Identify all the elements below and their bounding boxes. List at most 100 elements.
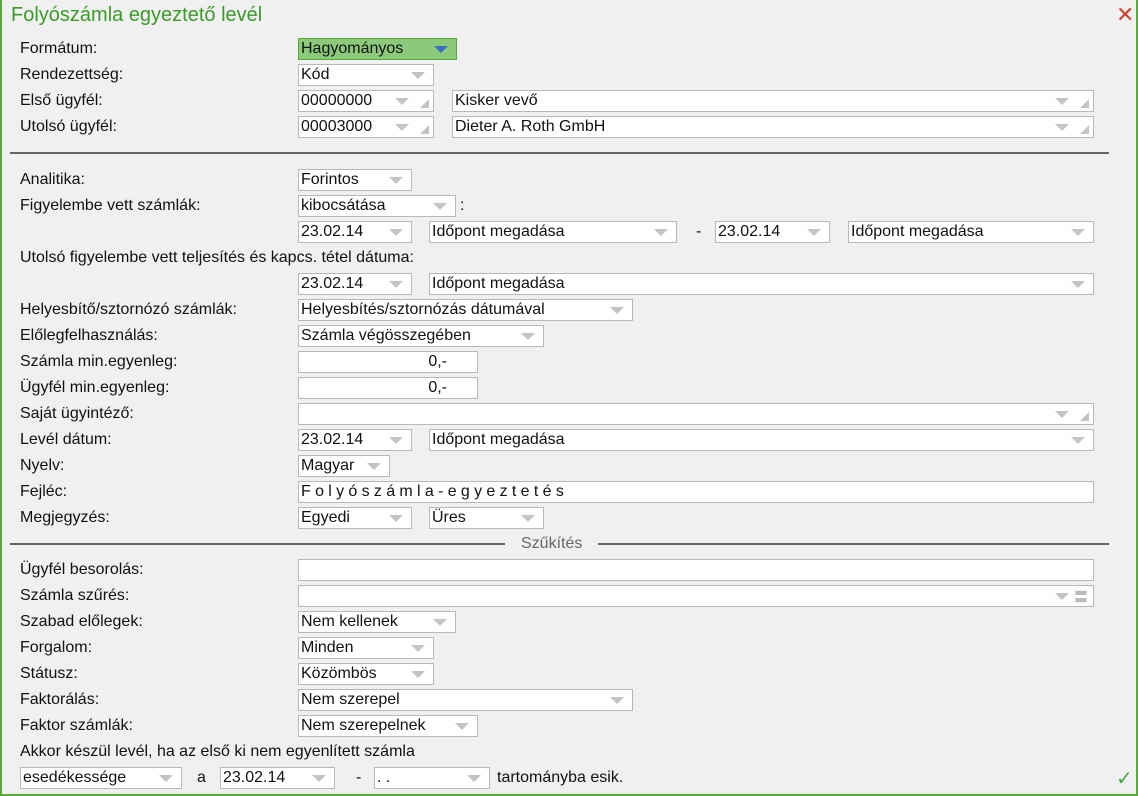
chevron-down-icon[interactable] <box>411 645 425 652</box>
field-value: Nem szerepelnek <box>301 717 426 734</box>
ugyintezo-dropdown[interactable] <box>298 403 1094 425</box>
tol-idopont-dropdown[interactable]: Időpont megadása <box>429 221 677 243</box>
statusz-dropdown[interactable]: Közömbös <box>298 663 434 685</box>
resize-corner-icon <box>420 99 429 108</box>
fejlec-input[interactable]: Folyószámla-egyeztetés <box>298 481 1094 503</box>
field-value: Időpont megadása <box>432 223 565 240</box>
telj-datum-dropdown[interactable]: 23.02.14 <box>298 273 412 295</box>
dialog-window: Folyószámla egyeztető levél ✕ Szűkítés ✓… <box>0 0 1138 796</box>
field-value: Üres <box>432 509 466 526</box>
chevron-down-icon[interactable] <box>1071 437 1085 444</box>
label-ugyfel-min: Ügyfél min.egyenleg: <box>20 379 170 396</box>
besorolas-input[interactable] <box>298 559 1094 581</box>
chevron-down-icon[interactable] <box>411 671 425 678</box>
chevron-down-icon[interactable] <box>367 463 381 470</box>
szamla-min-input[interactable]: 0,- <box>298 351 478 373</box>
close-icon[interactable]: ✕ <box>1116 2 1134 28</box>
label-eloleg: Előlegfelhasználás: <box>20 327 158 344</box>
field-value: 23.02.14 <box>718 223 781 240</box>
chevron-down-icon[interactable] <box>395 124 409 131</box>
szamla-szures-dropdown[interactable]: 〓 <box>298 585 1094 607</box>
chevron-down-icon[interactable] <box>467 775 481 782</box>
chevron-down-icon[interactable] <box>521 333 535 340</box>
chevron-down-icon[interactable] <box>433 619 447 626</box>
faktoralas-dropdown[interactable]: Nem szerepel <box>298 689 633 711</box>
chevron-down-icon[interactable] <box>610 307 624 314</box>
chevron-down-icon[interactable] <box>433 203 447 210</box>
chevron-down-icon[interactable] <box>1055 411 1069 418</box>
megj1-dropdown[interactable]: Egyedi <box>298 507 412 529</box>
label-level-datum: Levél dátum: <box>20 431 112 448</box>
field-value: 0,- <box>428 379 447 396</box>
chevron-down-icon[interactable] <box>1055 124 1069 131</box>
chevron-down-icon[interactable] <box>312 775 326 782</box>
figyelembe-dropdown[interactable]: kibocsátása <box>298 195 456 217</box>
chevron-down-icon[interactable] <box>521 515 535 522</box>
faktor-szamlak-dropdown[interactable]: Nem szerepelnek <box>298 715 478 737</box>
chevron-down-icon[interactable] <box>411 72 425 79</box>
label-besorolas: Ügyfél besorolás: <box>20 561 144 578</box>
utolso-kod-dropdown[interactable]: 00003000 <box>298 116 434 138</box>
chevron-down-icon[interactable] <box>389 229 403 236</box>
resize-corner-icon <box>1080 412 1089 421</box>
field-value: Időpont megadása <box>432 431 565 448</box>
chevron-down-icon[interactable] <box>389 515 403 522</box>
formatum-dropdown[interactable]: Hagyományos <box>298 38 457 60</box>
confirm-check-icon[interactable]: ✓ <box>1116 766 1133 791</box>
tol-datum-dropdown[interactable]: 23.02.14 <box>298 221 412 243</box>
field-value: 00003000 <box>301 118 373 135</box>
chevron-down-icon[interactable] <box>455 723 469 730</box>
esedekesseg-dropdown[interactable]: esedékessége <box>20 767 182 789</box>
tart-tol-dropdown[interactable]: 23.02.14 <box>220 767 335 789</box>
elso-kod-dropdown[interactable]: 00000000 <box>298 90 434 112</box>
chevron-down-icon[interactable] <box>434 46 448 53</box>
eloleg-dropdown[interactable]: Számla végösszegében <box>298 325 544 347</box>
tart-ig-dropdown[interactable]: . . <box>374 767 490 789</box>
text-colon: : <box>460 197 465 214</box>
list-equals-icon[interactable]: 〓 <box>1074 590 1088 604</box>
chevron-down-icon[interactable] <box>807 229 821 236</box>
rendezettseg-dropdown[interactable]: Kód <box>298 64 434 86</box>
label-formatum: Formátum: <box>20 40 98 57</box>
chevron-down-icon[interactable] <box>654 229 668 236</box>
forgalom-dropdown[interactable]: Minden <box>298 637 434 659</box>
chevron-down-icon[interactable] <box>1055 98 1069 105</box>
chevron-down-icon[interactable] <box>389 281 403 288</box>
nyelv-dropdown[interactable]: Magyar <box>298 455 390 477</box>
level-idopont-dropdown[interactable]: Időpont megadása <box>429 429 1094 451</box>
label-szabad-elolegek: Szabad előlegek: <box>20 613 143 630</box>
level-datum-dropdown[interactable]: 23.02.14 <box>298 429 412 451</box>
chevron-down-icon[interactable] <box>1055 593 1069 600</box>
elso-nev-dropdown[interactable]: Kisker vevő <box>452 90 1094 112</box>
ig-idopont-dropdown[interactable]: Időpont megadása <box>848 221 1094 243</box>
field-value: Nem szerepel <box>301 691 400 708</box>
chevron-down-icon[interactable] <box>1071 281 1085 288</box>
chevron-down-icon[interactable] <box>395 98 409 105</box>
chevron-down-icon[interactable] <box>389 437 403 444</box>
helyesbito-dropdown[interactable]: Helyesbítés/sztornózás dátumával <box>298 299 633 321</box>
field-value: Időpont megadása <box>432 275 565 292</box>
chevron-down-icon[interactable] <box>159 775 173 782</box>
chevron-down-icon[interactable] <box>389 177 403 184</box>
label-nyelv: Nyelv: <box>20 457 65 474</box>
analitika-dropdown[interactable]: Forintos <box>298 169 412 191</box>
ig-datum-dropdown[interactable]: 23.02.14 <box>715 221 830 243</box>
text-dash: - <box>696 223 702 240</box>
chevron-down-icon[interactable] <box>610 697 624 704</box>
label-faktoralas: Faktorálás: <box>20 691 100 708</box>
utolso-nev-dropdown[interactable]: Dieter A. Roth GmbH <box>452 116 1094 138</box>
label-helyesbito: Helyesbítő/sztornózó számlák: <box>20 301 237 318</box>
text-a: a <box>197 769 206 786</box>
label-szamla-szures: Számla szűrés: <box>20 587 130 604</box>
chevron-down-icon[interactable] <box>1071 229 1085 236</box>
label-szamla-min: Számla min.egyenleg: <box>20 353 178 370</box>
megj2-dropdown[interactable]: Üres <box>429 507 544 529</box>
label-rendezettseg: Rendezettség: <box>20 66 124 83</box>
field-value: Nem kellenek <box>301 613 398 630</box>
ugyfel-min-input[interactable]: 0,- <box>298 377 478 399</box>
field-value: kibocsátása <box>301 197 386 214</box>
label-utolso-ugyfel: Utolsó ügyfél: <box>20 118 117 135</box>
telj-idopont-dropdown[interactable]: Időpont megadása <box>429 273 1094 295</box>
szabad-elolegek-dropdown[interactable]: Nem kellenek <box>298 611 456 633</box>
label-forgalom: Forgalom: <box>20 639 93 656</box>
